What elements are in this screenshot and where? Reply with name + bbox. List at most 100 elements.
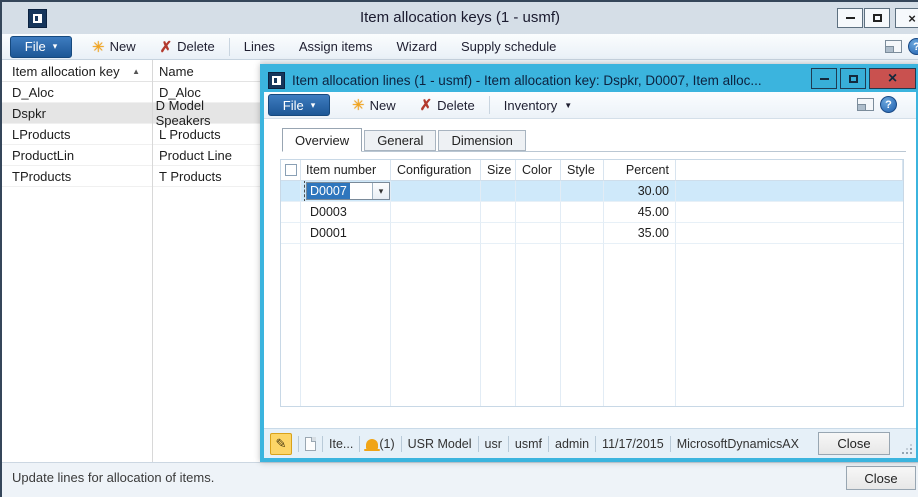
size-cell[interactable] — [481, 223, 516, 244]
record-page-icon[interactable] — [305, 437, 316, 451]
chevron-down-icon: ▾ — [53, 41, 58, 52]
file-menu-label: File — [283, 98, 304, 113]
menu-item-lines[interactable]: Lines — [232, 34, 287, 59]
child-window-title: Item allocation lines (1 - usmf) - Item … — [292, 73, 762, 88]
column-header-configuration[interactable]: Configuration — [391, 160, 481, 181]
child-close-window-button[interactable]: Close — [818, 432, 890, 455]
main-minimize-button[interactable] — [837, 8, 863, 28]
main-close-button[interactable]: × — [895, 8, 918, 28]
delete-x-icon: ✗ — [420, 96, 433, 114]
table-row[interactable]: TProducts T Products — [2, 166, 260, 187]
main-maximize-button[interactable] — [864, 8, 890, 28]
child-file-menu-button[interactable]: File ▾ — [268, 94, 330, 116]
percent-cell[interactable]: 35.00 — [604, 223, 676, 244]
menu-item-assign-items[interactable]: Assign items — [287, 34, 385, 59]
status-app-name: MicrosoftDynamicsAX — [677, 437, 799, 451]
chevron-down-icon: ▼ — [564, 101, 572, 110]
item-number-cell[interactable]: D0007 ▾ — [301, 181, 391, 202]
row-select-cell[interactable] — [281, 202, 301, 223]
configuration-cell[interactable] — [391, 202, 481, 223]
record-label[interactable]: Ite... — [329, 437, 353, 451]
status-separator — [595, 436, 596, 452]
combobox-dropdown-button[interactable]: ▾ — [372, 183, 389, 199]
style-cell[interactable] — [561, 223, 604, 244]
main-delete-button[interactable]: ✗ Delete — [148, 34, 227, 59]
percent-cell[interactable]: 30.00 — [604, 181, 676, 202]
column-header-filler — [676, 160, 903, 181]
column-header-name[interactable]: Name — [152, 64, 194, 79]
pane-layout-icon[interactable] — [857, 98, 874, 111]
notification-count[interactable]: (1) — [379, 437, 394, 451]
color-cell[interactable] — [516, 202, 561, 223]
row-select-cell[interactable] — [281, 181, 301, 202]
delete-label: Delete — [437, 98, 475, 113]
tabstrip: Overview General Dimension — [282, 128, 906, 152]
color-cell[interactable] — [516, 223, 561, 244]
cell-name: L Products — [152, 127, 221, 142]
column-header-percent[interactable]: Percent — [604, 160, 676, 181]
item-number-combobox[interactable]: D0007 ▾ — [306, 182, 390, 200]
child-new-button[interactable]: ✳ New — [340, 92, 408, 118]
table-row[interactable]: ProductLin Product Line — [2, 145, 260, 166]
percent-cell[interactable]: 45.00 — [604, 202, 676, 223]
child-delete-button[interactable]: ✗ Delete — [408, 92, 487, 118]
cell-key: TProducts — [2, 169, 152, 184]
item-number-cell[interactable]: D0001 — [301, 223, 391, 244]
size-cell[interactable] — [481, 181, 516, 202]
help-icon[interactable]: ? — [908, 38, 918, 55]
sort-ascending-icon: ▲ — [132, 67, 140, 76]
main-window-titlebar[interactable]: Item allocation keys (1 - usmf) × — [2, 2, 918, 34]
column-divider[interactable] — [152, 60, 153, 462]
table-row-selected[interactable]: D0007 ▾ 30.00 — [281, 181, 903, 202]
child-minimize-button[interactable] — [811, 68, 837, 89]
column-header-style[interactable]: Style — [561, 160, 604, 181]
color-cell[interactable] — [516, 181, 561, 202]
new-label: New — [110, 39, 136, 54]
main-new-button[interactable]: ✳ New — [80, 34, 148, 59]
resize-grip[interactable] — [902, 443, 913, 454]
help-icon[interactable]: ? — [880, 96, 897, 113]
maximize-icon — [873, 14, 882, 22]
main-close-window-button[interactable]: Close — [846, 466, 916, 490]
table-row[interactable]: D0003 45.00 — [281, 202, 903, 223]
column-header-color[interactable]: Color — [516, 160, 561, 181]
size-cell[interactable] — [481, 202, 516, 223]
minimize-icon — [820, 78, 829, 80]
new-star-icon: ✳ — [352, 96, 365, 114]
child-close-button[interactable]: × — [869, 68, 916, 89]
column-header-size[interactable]: Size — [481, 160, 516, 181]
menu-item-supply-schedule[interactable]: Supply schedule — [449, 34, 568, 59]
dynamics-ax-icon — [268, 72, 285, 89]
menu-item-wizard[interactable]: Wizard — [385, 34, 449, 59]
child-titlebar[interactable]: Item allocation lines (1 - usmf) - Item … — [264, 68, 916, 92]
checkbox-icon[interactable] — [285, 164, 297, 176]
cell-key: D_Aloc — [2, 85, 152, 100]
edit-mode-button[interactable]: ✎ — [270, 433, 292, 455]
style-cell[interactable] — [561, 181, 604, 202]
status-date[interactable]: 11/17/2015 — [602, 437, 664, 451]
select-all-checkbox-cell[interactable] — [281, 160, 301, 181]
tab-dimension[interactable]: Dimension — [438, 130, 525, 151]
menu-item-inventory[interactable]: Inventory ▼ — [492, 92, 584, 118]
column-header-item-allocation-key[interactable]: Item allocation key ▲ — [2, 64, 152, 79]
row-select-cell[interactable] — [281, 223, 301, 244]
configuration-cell[interactable] — [391, 223, 481, 244]
grid-header-row: Item allocation key ▲ Name — [2, 60, 260, 82]
main-file-menu-button[interactable]: File ▾ — [10, 36, 72, 58]
pane-layout-icon[interactable] — [885, 40, 902, 53]
child-maximize-button[interactable] — [840, 68, 866, 89]
status-user[interactable]: admin — [555, 437, 589, 451]
tab-overview[interactable]: Overview — [282, 128, 362, 152]
status-model[interactable]: USR Model — [408, 437, 472, 451]
configuration-cell[interactable] — [391, 181, 481, 202]
tab-general[interactable]: General — [364, 130, 436, 151]
status-layer[interactable]: usr — [485, 437, 502, 451]
style-cell[interactable] — [561, 202, 604, 223]
table-row-selected[interactable]: Dspkr D Model Speakers — [2, 103, 260, 124]
table-row[interactable]: D0001 35.00 — [281, 223, 903, 244]
status-company[interactable]: usmf — [515, 437, 542, 451]
item-number-cell[interactable]: D0003 — [301, 202, 391, 223]
notification-bell-icon[interactable] — [366, 439, 378, 449]
column-header-item-number[interactable]: Item number — [301, 160, 391, 181]
status-separator — [478, 436, 479, 452]
